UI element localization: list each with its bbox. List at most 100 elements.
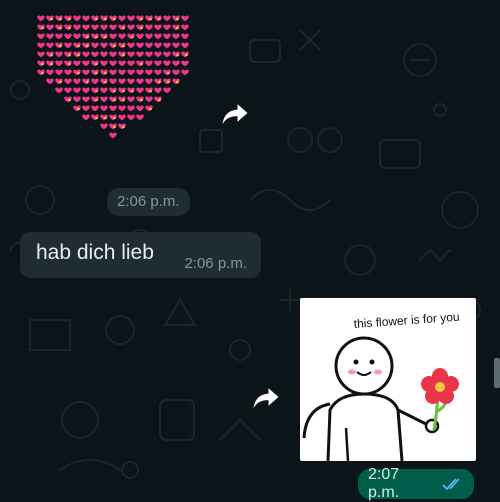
- mini-heart-icon: [136, 87, 143, 93]
- sparkle-dot: [113, 18, 116, 21]
- mini-heart-icon: [127, 51, 134, 57]
- mini-heart-icon: [73, 24, 80, 30]
- sparkle-dot: [41, 27, 44, 30]
- sparkle-dot: [176, 27, 179, 30]
- sparkle-dot: [158, 81, 161, 84]
- scrollbar-handle[interactable]: [494, 358, 500, 388]
- mini-heart-icon: [118, 15, 125, 21]
- flower-sticker[interactable]: this flower is for you: [300, 298, 476, 461]
- sparkle-dot: [50, 54, 53, 57]
- mini-heart-icon: [163, 15, 170, 21]
- mini-heart-icon: [163, 60, 170, 66]
- mini-heart-icon: [55, 60, 62, 66]
- heart-sticker[interactable]: [24, 14, 202, 166]
- mini-heart-icon: [82, 105, 89, 111]
- mini-heart-icon: [46, 69, 53, 75]
- mini-heart-icon: [73, 60, 80, 66]
- mini-heart-icon: [100, 60, 107, 66]
- mini-heart-icon: [91, 42, 98, 48]
- sparkle-dot: [113, 99, 116, 102]
- mini-heart-icon: [73, 87, 80, 93]
- sparkle-dot: [122, 54, 125, 57]
- mini-heart-icon: [64, 69, 71, 75]
- mini-heart-icon: [46, 24, 53, 30]
- sparkle-dot: [95, 18, 98, 21]
- mini-heart-icon: [109, 105, 116, 111]
- sparkle-dot: [77, 54, 80, 57]
- mini-heart-icon: [82, 114, 89, 120]
- mini-heart-icon: [100, 87, 107, 93]
- mini-heart-icon: [118, 60, 125, 66]
- mini-heart-icon: [109, 60, 116, 66]
- sparkle-dot: [86, 36, 89, 39]
- sparkle-dot: [149, 18, 152, 21]
- sparkle-dot: [113, 117, 116, 120]
- mini-heart-icon: [127, 78, 134, 84]
- sticker-caption: this flower is for you: [353, 310, 460, 331]
- timestamp-text: 2:06 p.m.: [117, 193, 180, 210]
- sparkle-dot: [140, 18, 143, 21]
- mini-heart-icon: [154, 51, 161, 57]
- mini-heart-icon: [100, 96, 107, 102]
- message-timestamp: 2:06 p.m.: [107, 188, 190, 216]
- mini-heart-icon: [145, 69, 152, 75]
- sparkle-dot: [122, 45, 125, 48]
- sparkle-dot: [95, 72, 98, 75]
- sparkle-dot: [77, 72, 80, 75]
- sparkle-dot: [185, 54, 188, 57]
- sparkle-dot: [104, 18, 107, 21]
- mini-heart-icon: [37, 33, 44, 39]
- mini-heart-icon: [100, 24, 107, 30]
- sparkle-dot: [176, 81, 179, 84]
- mini-heart-icon: [100, 105, 107, 111]
- mini-heart-icon: [91, 78, 98, 84]
- sparkle-dot: [131, 90, 134, 93]
- sparkle-dot: [113, 90, 116, 93]
- mini-heart-icon: [145, 78, 152, 84]
- mini-heart-icon: [136, 42, 143, 48]
- mini-heart-icon: [181, 42, 188, 48]
- mini-heart-icon: [154, 60, 161, 66]
- mini-heart-icon: [181, 15, 188, 21]
- incoming-message-bubble[interactable]: hab dich lieb 2:06 p.m.: [20, 232, 261, 278]
- mini-heart-icon: [181, 24, 188, 30]
- mini-heart-icon: [181, 60, 188, 66]
- mini-heart-icon: [55, 87, 62, 93]
- sparkle-dot: [167, 81, 170, 84]
- mini-heart-icon: [154, 24, 161, 30]
- mini-heart-icon: [109, 51, 116, 57]
- sparkle-dot: [104, 117, 107, 120]
- mini-heart-icon: [127, 96, 134, 102]
- mini-heart-icon: [109, 78, 116, 84]
- mini-heart-icon: [73, 15, 80, 21]
- mini-heart-icon: [181, 69, 188, 75]
- sparkle-dot: [59, 27, 62, 30]
- mini-heart-icon: [91, 105, 98, 111]
- mini-heart-icon: [73, 96, 80, 102]
- mini-heart-icon: [145, 96, 152, 102]
- forward-button[interactable]: [249, 380, 283, 414]
- mini-heart-icon: [163, 87, 170, 93]
- sparkle-dot: [122, 126, 125, 129]
- sparkle-dot: [77, 108, 80, 111]
- mini-heart-icon: [64, 78, 71, 84]
- mini-heart-icon: [55, 69, 62, 75]
- mini-heart-icon: [136, 78, 143, 84]
- mini-heart-icon: [145, 24, 152, 30]
- mini-heart-icon: [73, 78, 80, 84]
- mini-heart-icon: [172, 42, 179, 48]
- sparkle-dot: [158, 18, 161, 21]
- mini-heart-icon: [109, 132, 116, 138]
- mini-heart-icon: [136, 114, 143, 120]
- mini-heart-icon: [154, 42, 161, 48]
- sparkle-dot: [104, 36, 107, 39]
- sparkle-dot: [149, 90, 152, 93]
- sparkle-dot: [122, 99, 125, 102]
- forward-button[interactable]: [218, 96, 252, 130]
- mini-heart-icon: [154, 33, 161, 39]
- mini-heart-icon: [172, 33, 179, 39]
- mini-heart-icon: [145, 42, 152, 48]
- mini-heart-icon: [127, 105, 134, 111]
- sparkle-dot: [140, 99, 143, 102]
- sparkle-dot: [158, 99, 161, 102]
